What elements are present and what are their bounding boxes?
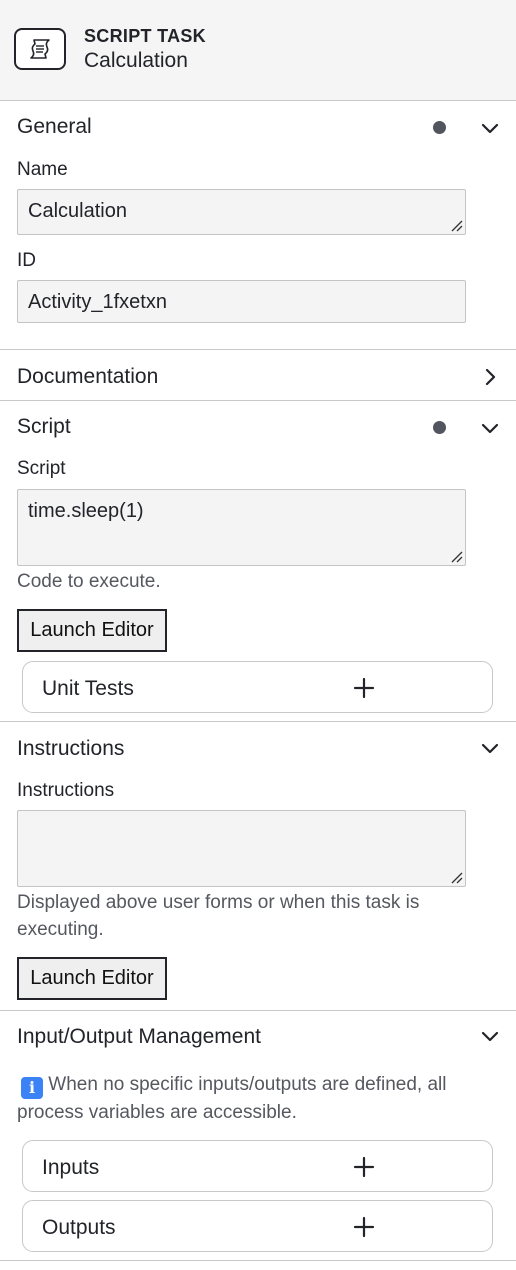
group-header-script[interactable]: Script: [0, 401, 516, 451]
add-input-icon[interactable]: [353, 1156, 375, 1178]
script-field-label: Script: [17, 458, 66, 479]
info-icon: i: [21, 1077, 43, 1099]
io-info-message: When no specific inputs/outputs are defi…: [17, 1074, 447, 1123]
script-textarea-value: time.sleep(1): [28, 500, 144, 522]
data-indicator-dot: [433, 121, 446, 134]
unit-tests-label: Unit Tests: [42, 677, 134, 700]
resize-handle-icon[interactable]: [449, 218, 463, 232]
resize-handle-icon[interactable]: [449, 870, 463, 884]
io-info-text: i When no specific inputs/outputs are de…: [17, 1071, 497, 1126]
resize-handle-icon[interactable]: [449, 549, 463, 563]
instructions-description: Displayed above user forms or when this …: [17, 892, 420, 940]
group-header-general[interactable]: General: [0, 101, 516, 151]
script-description: Code to execute.: [17, 571, 161, 592]
launch-editor-button[interactable]: Launch Editor: [17, 957, 167, 1000]
id-field-value: Activity_1fxetxn: [28, 291, 167, 313]
chevron-down-icon[interactable]: [478, 116, 502, 140]
instructions-textarea[interactable]: [17, 810, 466, 887]
instructions-field-label: Instructions: [17, 780, 115, 801]
group-title-instructions: Instructions: [17, 737, 125, 760]
group-header-instructions[interactable]: Instructions: [0, 723, 516, 773]
chevron-down-icon[interactable]: [478, 416, 502, 440]
chevron-right-icon[interactable]: [478, 365, 502, 389]
group-divider: [0, 1260, 516, 1261]
unit-tests-list[interactable]: Unit Tests: [22, 661, 493, 713]
name-field-label: Name: [17, 159, 68, 180]
group-title-documentation: Documentation: [17, 365, 159, 388]
launch-editor-button[interactable]: Launch Editor: [17, 609, 167, 652]
group-header-io-management[interactable]: Input/Output Management: [0, 1011, 516, 1061]
name-field-value: Calculation: [28, 200, 127, 222]
id-field[interactable]: Activity_1fxetxn: [17, 280, 466, 323]
properties-header: SCRIPT TASK Calculation: [0, 0, 516, 101]
chevron-down-icon[interactable]: [478, 736, 502, 760]
inputs-label: Inputs: [42, 1156, 100, 1179]
group-title-general: General: [17, 115, 92, 138]
outputs-list[interactable]: Outputs: [22, 1200, 493, 1252]
script-textarea[interactable]: time.sleep(1): [17, 489, 466, 566]
group-title-io-management: Input/Output Management: [17, 1025, 261, 1048]
group-header-documentation[interactable]: Documentation: [0, 351, 516, 401]
group-divider: [0, 721, 516, 722]
outputs-label: Outputs: [42, 1216, 116, 1239]
id-field-label: ID: [17, 250, 36, 271]
element-type-label: SCRIPT TASK: [84, 26, 206, 46]
script-task-icon: [14, 28, 66, 70]
data-indicator-dot: [433, 421, 446, 434]
group-title-script: Script: [17, 415, 71, 438]
name-field[interactable]: Calculation: [17, 189, 466, 235]
element-name-label: Calculation: [84, 49, 188, 72]
inputs-list[interactable]: Inputs: [22, 1140, 493, 1192]
group-divider: [0, 349, 516, 350]
chevron-down-icon[interactable]: [478, 1024, 502, 1048]
add-output-icon[interactable]: [353, 1216, 375, 1238]
add-unit-test-icon[interactable]: [353, 677, 375, 699]
